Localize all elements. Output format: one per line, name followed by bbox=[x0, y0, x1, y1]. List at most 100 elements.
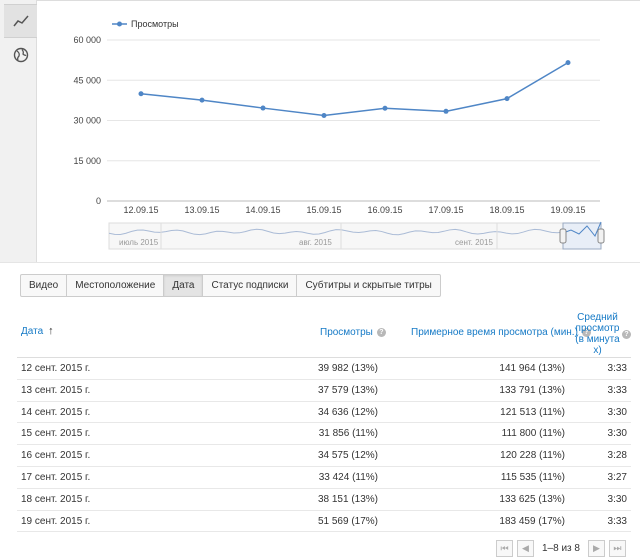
x-tick-label: 19.09.15 bbox=[550, 205, 585, 215]
cell-avg-duration: 3:30 bbox=[607, 428, 627, 440]
cell-watch-time: 121 513 (11%) bbox=[500, 406, 565, 418]
sort-ascending-icon: ↑ bbox=[48, 325, 54, 337]
x-tick-label: 18.09.15 bbox=[489, 205, 524, 215]
y-tick-label: 0 bbox=[96, 196, 101, 206]
cell-date: 17 сент. 2015 г. bbox=[21, 471, 91, 483]
avg-header-wrap: Средний просмотр (в минута х) ? bbox=[573, 312, 631, 356]
tab-date[interactable]: Дата bbox=[164, 275, 204, 296]
chart-type-toolbar bbox=[0, 0, 37, 262]
cell-views: 39 982 (13%) bbox=[317, 363, 378, 374]
y-tick-label: 15 000 bbox=[73, 156, 101, 166]
last-page-button[interactable]: ⏭ bbox=[608, 539, 626, 557]
cell-avg-duration: 3:33 bbox=[607, 515, 627, 527]
first-page-button[interactable]: ⏮ bbox=[496, 539, 513, 557]
tab-video[interactable]: Видео bbox=[21, 275, 68, 296]
cell-date: 12 сент. 2015 г. bbox=[21, 363, 91, 374]
data-point bbox=[504, 96, 510, 102]
cell-views: 34 575 (12%) bbox=[317, 450, 378, 462]
pagination: ⏮ ◀ 1–8 из 8 ▶ ⏭ bbox=[496, 539, 626, 557]
cell-watch-time: 120 228 (11%) bbox=[500, 450, 565, 462]
cell-watch-time: 133 791 (13%) bbox=[499, 384, 565, 396]
y-tick-label: 45 000 bbox=[73, 75, 101, 85]
cell-date: 18 сент. 2015 г. bbox=[21, 493, 91, 505]
navigator-label: авг. 2015 bbox=[299, 238, 332, 247]
navigator-handle-left bbox=[559, 228, 567, 244]
help-icon[interactable]: ? bbox=[376, 328, 386, 337]
data-point bbox=[443, 108, 449, 114]
table-row: 15 сент. 2015 г. 31 856 (11%) 111 800 (1… bbox=[17, 423, 631, 446]
data-point bbox=[382, 105, 388, 111]
cell-views: 37 579 (13%) bbox=[317, 384, 378, 396]
column-header-watch-time-label: Примерное время просмотра (мин.) bbox=[411, 327, 578, 338]
pagination-label: 1–8 из 8 bbox=[542, 542, 580, 554]
chart-svg: 60 000 45 000 30 000 15 000 0 Просмотры 12.0… bbox=[73, 19, 605, 250]
data-point bbox=[260, 105, 266, 111]
column-header-watch-time[interactable]: Примерное время просмотра (мин.) ? bbox=[411, 327, 591, 338]
help-icon[interactable]: ? bbox=[622, 329, 631, 339]
cell-avg-duration: 3:28 bbox=[607, 450, 627, 462]
series-line-views bbox=[140, 61, 569, 117]
prev-page-button[interactable]: ◀ bbox=[517, 539, 534, 557]
x-tick-label: 16.09.15 bbox=[367, 205, 402, 215]
avg-header-text: Средний просмотр (в минута х) bbox=[573, 312, 622, 356]
cell-watch-time: 141 964 (13%) bbox=[499, 363, 565, 374]
legend-marker bbox=[117, 21, 122, 27]
cell-avg-duration: 3:33 bbox=[607, 363, 627, 374]
table-row: 12 сент. 2015 г. 39 982 (13%) 141 964 (1… bbox=[17, 358, 631, 380]
cell-views: 31 856 (11%) bbox=[318, 428, 378, 440]
column-header-avg-duration[interactable]: Средний просмотр (в минута х) ? bbox=[573, 312, 631, 356]
y-tick-label: 60 000 bbox=[73, 35, 101, 45]
cell-views: 34 636 (12%) bbox=[317, 406, 378, 418]
navigator-label: июль 2015 bbox=[119, 238, 159, 247]
cell-avg-duration: 3:30 bbox=[607, 406, 627, 418]
table-row: 16 сент. 2015 г. 34 575 (12%) 120 228 (1… bbox=[17, 445, 631, 467]
globe-icon bbox=[13, 47, 28, 63]
table-row: 13 сент. 2015 г. 37 579 (13%) 133 791 (1… bbox=[17, 380, 631, 402]
map-button[interactable] bbox=[4, 38, 37, 72]
navigator-label: сент. 2015 bbox=[455, 238, 493, 247]
y-tick-label: 30 000 bbox=[73, 116, 101, 126]
cell-views: 51 569 (17%) bbox=[317, 515, 378, 527]
cell-avg-duration: 3:30 bbox=[607, 493, 627, 505]
line-chart-icon bbox=[12, 15, 29, 27]
table-row: 18 сент. 2015 г. 38 151 (13%) 133 625 (1… bbox=[17, 489, 631, 511]
data-point bbox=[565, 60, 571, 66]
line-chart-button[interactable] bbox=[4, 4, 37, 38]
x-tick-label: 15.09.15 bbox=[306, 205, 341, 215]
table-row: 17 сент. 2015 г. 33 424 (11%) 115 535 (1… bbox=[17, 467, 631, 489]
navigator-handle-right bbox=[597, 228, 605, 244]
column-header-date-label: Дата bbox=[21, 326, 44, 337]
avg-header-line: Средний bbox=[577, 312, 618, 323]
cell-views: 33 424 (11%) bbox=[318, 471, 378, 483]
table-row: 19 сент. 2015 г. 51 569 (17%) 183 459 (1… bbox=[17, 511, 631, 533]
views-chart: 60 000 45 000 30 000 15 000 0 Просмотры 12.0… bbox=[37, 0, 640, 262]
data-point bbox=[199, 97, 205, 103]
cell-watch-time: 111 800 (11%) bbox=[501, 428, 565, 440]
cell-date: 15 сент. 2015 г. bbox=[21, 428, 91, 440]
tab-subscription-status[interactable]: Статус подписки bbox=[203, 275, 298, 296]
avg-header-line: х) bbox=[593, 345, 602, 356]
column-header-views-label: Просмотры bbox=[320, 327, 373, 338]
column-header-date[interactable]: Дата ↑ bbox=[21, 325, 54, 338]
table-row: 14 сент. 2015 г. 34 636 (12%) 121 513 (1… bbox=[17, 402, 631, 424]
cell-avg-duration: 3:27 bbox=[607, 471, 627, 483]
navigator-background bbox=[108, 222, 602, 250]
avg-header-line: (в минута bbox=[575, 334, 620, 345]
avg-header-line: просмотр bbox=[575, 323, 620, 334]
cell-watch-time: 133 625 (13%) bbox=[499, 493, 565, 505]
next-page-button[interactable]: ▶ bbox=[587, 539, 605, 557]
table-header: Дата ↑ Просмотры ? Примерное время просм… bbox=[17, 306, 631, 358]
data-point bbox=[138, 91, 144, 97]
x-tick-label: 17.09.15 bbox=[428, 205, 463, 215]
cell-date: 19 сент. 2015 г. bbox=[21, 515, 91, 527]
cell-avg-duration: 3:33 bbox=[607, 384, 627, 396]
cell-date: 16 сент. 2015 г. bbox=[21, 450, 91, 462]
data-point bbox=[321, 113, 327, 119]
cell-watch-time: 115 535 (11%) bbox=[500, 471, 565, 483]
tab-location[interactable]: Местоположение bbox=[67, 275, 165, 296]
x-tick-label: 12.09.15 bbox=[123, 205, 158, 215]
column-header-views[interactable]: Просмотры ? bbox=[320, 327, 386, 338]
legend-label: Просмотры bbox=[131, 19, 179, 29]
cell-date: 13 сент. 2015 г. bbox=[21, 384, 91, 396]
tab-subtitles[interactable]: Субтитры и скрытые титры bbox=[297, 275, 439, 296]
